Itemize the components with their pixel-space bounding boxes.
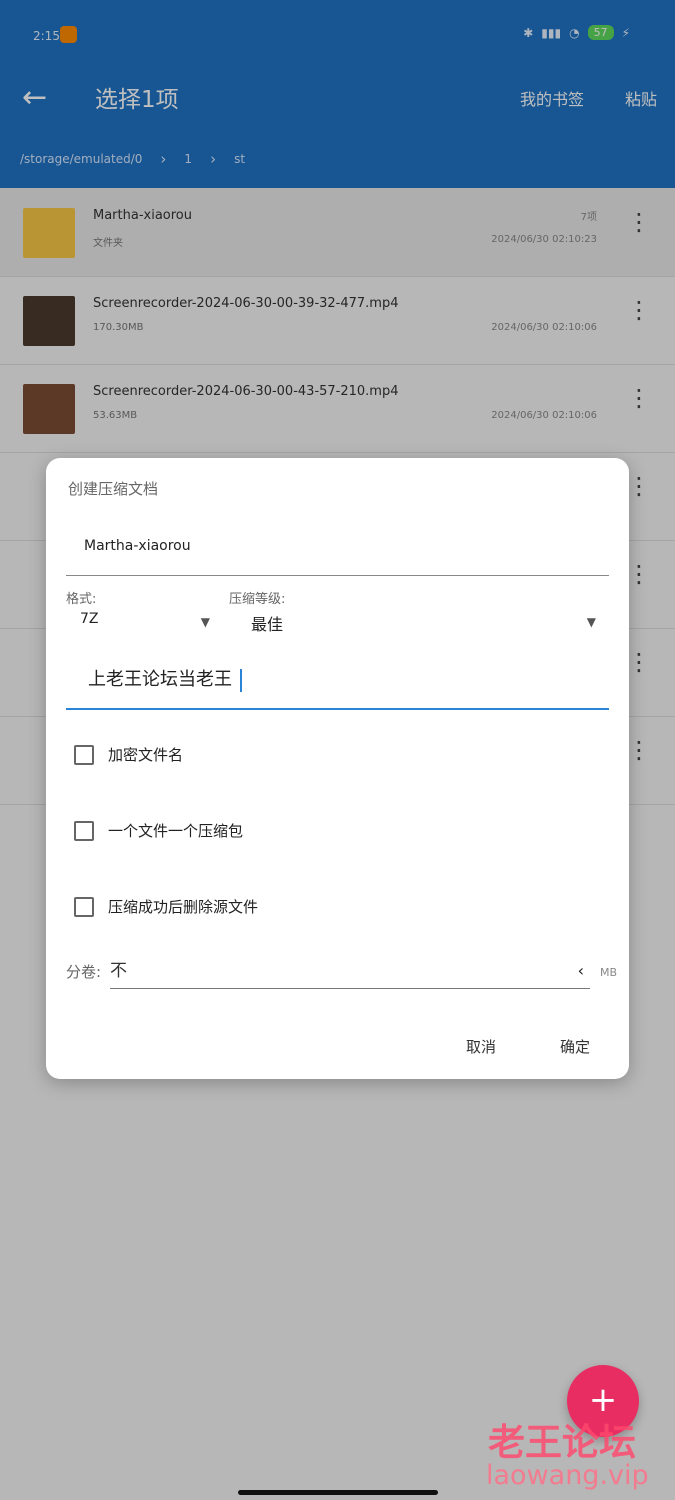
password-input[interactable]: 上老王论坛当老王 [66,658,609,710]
dropdown-arrow-icon: ▼ [586,615,596,629]
dropdown-arrow-icon: ▼ [200,615,210,629]
checkbox-label: 一个文件一个压缩包 [108,822,244,840]
checkbox[interactable] [74,896,94,917]
watermark-text: 老王论坛 [488,1421,636,1464]
checkbox[interactable] [74,744,94,765]
compression-level-select[interactable]: 最佳 ▼ [251,611,596,639]
format-label: 格式: [66,592,97,607]
format-select[interactable]: 7Z ▼ [80,611,210,639]
checkbox-label: 压缩成功后删除源文件 [108,898,259,916]
checkbox-label: 加密文件名 [108,746,184,764]
compression-level-label: 压缩等级: [229,592,286,607]
dialog-title: 创建压缩文档 [68,480,159,498]
text-cursor [239,668,242,692]
format-value: 7Z [80,611,99,627]
checkbox[interactable] [74,820,94,841]
chevron-left-icon[interactable]: ‹ [578,956,584,986]
watermark-url: laowang.vip [486,1460,649,1491]
delete-source-option[interactable]: 压缩成功后删除源文件 [74,896,258,917]
one-archive-per-file-option[interactable]: 一个文件一个压缩包 [74,820,243,841]
password-text: 上老王论坛当老王 [88,669,232,690]
home-indicator[interactable] [238,1490,438,1495]
create-archive-dialog: 创建压缩文档 Martha-xiaorou 格式: 压缩等级: 7Z ▼ 最佳 … [46,458,629,1079]
compression-level-value: 最佳 [251,615,284,634]
split-volume-input[interactable]: 不 ‹ [110,956,590,989]
confirm-button[interactable]: 确定 [560,1036,590,1057]
split-volume-label: 分卷: [66,963,102,981]
cancel-button[interactable]: 取消 [466,1036,496,1057]
split-unit-label: MB [599,966,617,979]
archive-name-input[interactable]: Martha-xiaorou [66,526,609,576]
encrypt-filenames-option[interactable]: 加密文件名 [74,744,183,765]
split-volume-value: 不 [110,961,127,981]
